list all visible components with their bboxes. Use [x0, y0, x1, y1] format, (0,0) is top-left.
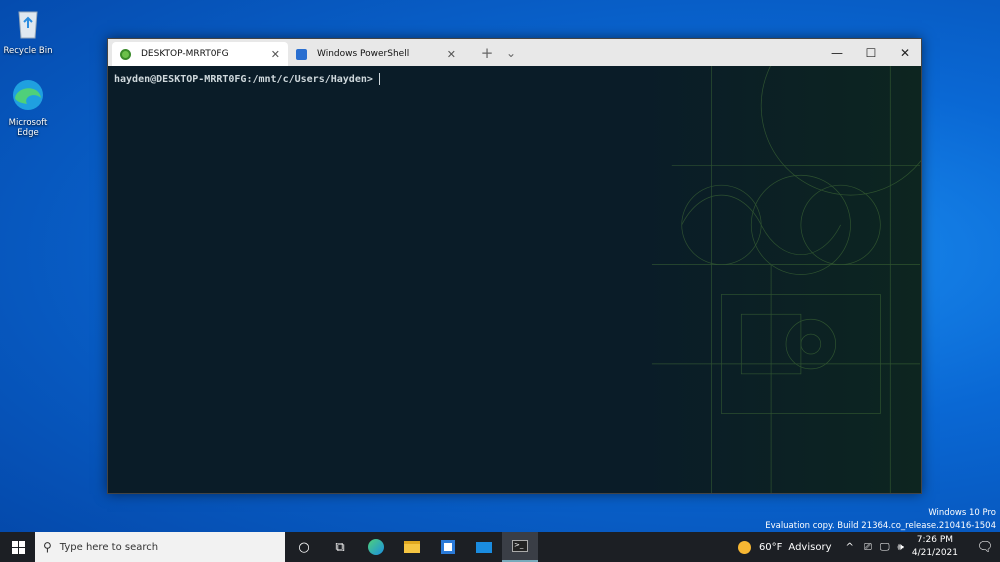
background-art: [651, 66, 921, 493]
weather-temp[interactable]: 60°F: [759, 542, 782, 553]
clock-date: 4/21/2021: [911, 548, 958, 558]
minimize-button[interactable]: —: [820, 39, 854, 66]
desktop-icon-recycle-bin[interactable]: Recycle Bin: [0, 6, 56, 56]
recycle-bin-label: Recycle Bin: [3, 46, 53, 56]
start-button[interactable]: [0, 532, 36, 562]
close-tab-icon[interactable]: ✕: [271, 48, 280, 61]
notification-icon[interactable]: 🗨: [970, 540, 1000, 555]
watermark-edition: Windows 10 Pro: [928, 508, 996, 518]
tab-label: Windows PowerShell: [317, 49, 410, 59]
tab-powershell[interactable]: Windows PowerShell ✕: [288, 42, 464, 66]
network-icon[interactable]: 🖵: [880, 542, 890, 553]
chevron-up-icon[interactable]: ^: [846, 542, 854, 553]
task-view-icon[interactable]: ⧉: [322, 532, 358, 562]
meet-now-icon[interactable]: ⎚: [864, 542, 872, 553]
tab-wsl[interactable]: DESKTOP-MRRT0FG ✕: [112, 42, 288, 66]
text-cursor: [378, 73, 380, 85]
shell-prompt: hayden@DESKTOP-MRRT0FG:/mnt/c/Users/Hayd…: [114, 73, 380, 85]
mail-icon[interactable]: [466, 532, 502, 562]
volume-icon[interactable]: 🕪: [898, 542, 904, 553]
edge-label: Microsoft Edge: [8, 118, 48, 138]
edge-icon: [13, 80, 43, 110]
system-tray: 60°F Advisory ^ ⎚ 🖵 🕪 7:26 PM 4/21/2021 …: [737, 532, 1000, 562]
taskbar: ⚲ Type here to search ○ ⧉ >_ 60°F Advisor…: [0, 532, 1000, 562]
windows-logo-icon: [11, 540, 25, 554]
powershell-icon: [296, 48, 307, 60]
weather-icon[interactable]: [737, 540, 751, 554]
clock[interactable]: 7:26 PM 4/21/2021: [912, 534, 958, 560]
edge-icon[interactable]: [358, 532, 394, 562]
linux-icon: [120, 48, 131, 60]
search-box[interactable]: ⚲ Type here to search: [35, 532, 285, 562]
close-button[interactable]: ✕: [888, 39, 922, 66]
close-tab-icon[interactable]: ✕: [447, 48, 456, 61]
terminal-icon[interactable]: >_: [502, 532, 538, 562]
prompt-text: hayden@DESKTOP-MRRT0FG:/mnt/c/Users/Hayd…: [114, 74, 373, 85]
desktop-icon-edge[interactable]: Microsoft Edge: [0, 78, 56, 138]
file-explorer-icon[interactable]: [394, 532, 430, 562]
terminal-content[interactable]: hayden@DESKTOP-MRRT0FG:/mnt/c/Users/Hayd…: [108, 66, 921, 493]
store-icon[interactable]: [430, 532, 466, 562]
search-placeholder: Type here to search: [59, 541, 159, 553]
clock-time: 7:26 PM: [916, 535, 954, 545]
maximize-button[interactable]: ☐: [854, 39, 888, 66]
weather-advisory[interactable]: Advisory: [788, 542, 831, 553]
dropdown-button[interactable]: ⌄: [494, 39, 528, 66]
tab-label: DESKTOP-MRRT0FG: [141, 49, 229, 59]
recycle-bin-icon: [18, 11, 38, 39]
cortana-icon[interactable]: ○: [286, 532, 322, 562]
search-icon: ⚲: [43, 540, 52, 554]
windows-watermark: Windows 10 Pro Evaluation copy. Build 21…: [765, 507, 996, 533]
terminal-window: DESKTOP-MRRT0FG ✕ Windows PowerShell ✕ +…: [107, 38, 922, 494]
tab-bar: DESKTOP-MRRT0FG ✕ Windows PowerShell ✕ +…: [108, 39, 921, 66]
